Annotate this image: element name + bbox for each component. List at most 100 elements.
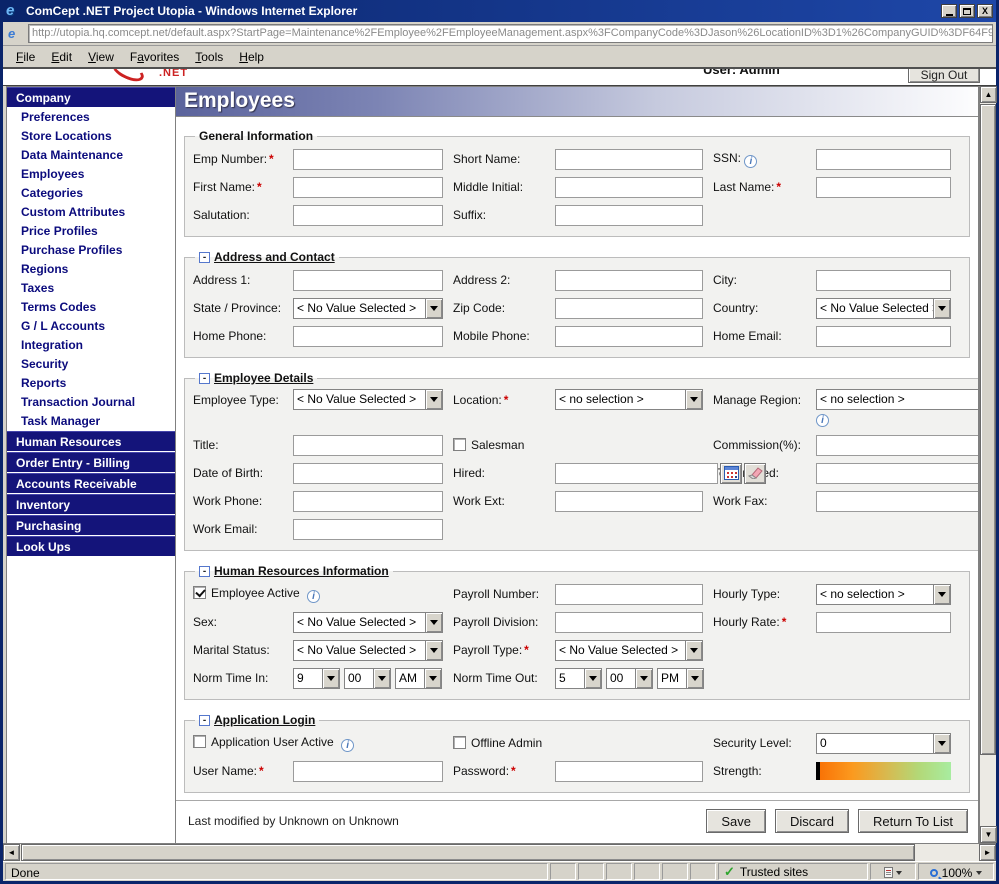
zip-code-input[interactable]: [555, 298, 703, 319]
collapse-icon[interactable]: -: [199, 715, 210, 726]
protected-mode-panel[interactable]: [870, 863, 916, 880]
sidebar-header-look-ups[interactable]: Look Ups: [7, 536, 175, 556]
scroll-left-icon[interactable]: ◄: [3, 844, 20, 861]
user-name-input[interactable]: [293, 761, 443, 782]
suffix-input[interactable]: [555, 205, 703, 226]
commission-input[interactable]: [816, 435, 978, 456]
sidebar-item-reports[interactable]: Reports: [7, 373, 175, 392]
manage-region-info-icon[interactable]: i: [816, 414, 829, 427]
url-input[interactable]: http://utopia.hq.comcept.net/default.asp…: [28, 24, 993, 43]
sidebar-header-human-resources[interactable]: Human Resources: [7, 431, 175, 451]
employee-active-info-icon[interactable]: i: [307, 590, 320, 603]
norm-time-in-hour-select[interactable]: 9: [293, 668, 340, 689]
scroll-down-icon[interactable]: ▼: [980, 826, 997, 843]
salesman-checkbox[interactable]: [453, 438, 466, 451]
sidebar-item-terms-codes[interactable]: Terms Codes: [7, 297, 175, 316]
employee-type-select[interactable]: < No Value Selected >: [293, 389, 443, 410]
sidebar-item-preferences[interactable]: Preferences: [7, 107, 175, 126]
sidebar-header-purchasing[interactable]: Purchasing: [7, 515, 175, 535]
norm-time-out-hour-select[interactable]: 5: [555, 668, 602, 689]
ssn-input[interactable]: [816, 149, 951, 170]
norm-time-out-ampm-select[interactable]: PM: [657, 668, 704, 689]
title-input[interactable]: [293, 435, 443, 456]
location-select[interactable]: < no selection >: [555, 389, 703, 410]
ssn-info-icon[interactable]: i: [744, 155, 757, 168]
marital-status-select[interactable]: < No Value Selected >: [293, 640, 443, 661]
sidebar-item-custom-attributes[interactable]: Custom Attributes: [7, 202, 175, 221]
manage-region-select[interactable]: < no selection >: [816, 389, 978, 410]
horizontal-scrollbar[interactable]: ◄ ►: [3, 843, 996, 861]
close-button[interactable]: X: [977, 4, 993, 18]
sidebar-item-security[interactable]: Security: [7, 354, 175, 373]
work-phone-input[interactable]: [293, 491, 443, 512]
sidebar-header-accounts-receivable[interactable]: Accounts Receivable: [7, 473, 175, 493]
maximize-button[interactable]: [959, 4, 975, 18]
return-to-list-button[interactable]: Return To List: [858, 809, 968, 833]
sidebar-item-purchase-profiles[interactable]: Purchase Profiles: [7, 240, 175, 259]
hourly-type-select[interactable]: < no selection >: [816, 584, 951, 605]
hourly-rate-input[interactable]: [816, 612, 951, 633]
scroll-right-icon[interactable]: ►: [979, 844, 996, 861]
sidebar-item-store-locations[interactable]: Store Locations: [7, 126, 175, 145]
sidebar-header-company[interactable]: Company: [7, 87, 175, 107]
payroll-number-input[interactable]: [555, 584, 703, 605]
last-name-input[interactable]: [816, 177, 951, 198]
state-province-select[interactable]: < No Value Selected >: [293, 298, 443, 319]
menu-help[interactable]: Help: [232, 48, 271, 66]
hired-clear-button[interactable]: [744, 463, 766, 484]
country-select[interactable]: < No Value Selected >: [816, 298, 951, 319]
application-user-active-info-icon[interactable]: i: [341, 739, 354, 752]
payroll-type-select[interactable]: < No Value Selected >: [555, 640, 703, 661]
hired-calendar-button[interactable]: [720, 463, 742, 484]
city-input[interactable]: [816, 270, 951, 291]
sidebar-header-inventory[interactable]: Inventory: [7, 494, 175, 514]
minimize-button[interactable]: [941, 4, 957, 18]
menu-edit[interactable]: Edit: [44, 48, 79, 66]
norm-time-in-ampm-select[interactable]: AM: [395, 668, 442, 689]
mobile-phone-input[interactable]: [555, 326, 703, 347]
sex-select[interactable]: < No Value Selected >: [293, 612, 443, 633]
salutation-input[interactable]: [293, 205, 443, 226]
sign-out-button[interactable]: Sign Out: [908, 69, 980, 83]
hired-input[interactable]: [555, 463, 718, 484]
sidebar-item-price-profiles[interactable]: Price Profiles: [7, 221, 175, 240]
sidebar-item-gl-accounts[interactable]: G / L Accounts: [7, 316, 175, 335]
address1-input[interactable]: [293, 270, 443, 291]
sidebar-item-taxes[interactable]: Taxes: [7, 278, 175, 297]
sidebar-item-data-maintenance[interactable]: Data Maintenance: [7, 145, 175, 164]
offline-admin-checkbox[interactable]: [453, 736, 466, 749]
home-email-input[interactable]: [816, 326, 951, 347]
sidebar-item-categories[interactable]: Categories: [7, 183, 175, 202]
collapse-icon[interactable]: -: [199, 252, 210, 263]
home-phone-input[interactable]: [293, 326, 443, 347]
norm-time-in-minute-select[interactable]: 00: [344, 668, 391, 689]
vertical-scrollbar[interactable]: ▲ ▼: [979, 86, 996, 843]
employee-active-checkbox[interactable]: [193, 586, 206, 599]
password-input[interactable]: [555, 761, 703, 782]
work-ext-input[interactable]: [555, 491, 703, 512]
middle-initial-input[interactable]: [555, 177, 703, 198]
menu-tools[interactable]: Tools: [188, 48, 230, 66]
collapse-icon[interactable]: -: [199, 566, 210, 577]
short-name-input[interactable]: [555, 149, 703, 170]
date-of-birth-input[interactable]: [293, 463, 443, 484]
application-user-active-checkbox[interactable]: [193, 735, 206, 748]
save-button[interactable]: Save: [706, 809, 766, 833]
sidebar-item-integration[interactable]: Integration: [7, 335, 175, 354]
payroll-division-input[interactable]: [555, 612, 703, 633]
sidebar-item-regions[interactable]: Regions: [7, 259, 175, 278]
sidebar-header-order-entry-billing[interactable]: Order Entry - Billing: [7, 452, 175, 472]
menu-view[interactable]: View: [81, 48, 121, 66]
address2-input[interactable]: [555, 270, 703, 291]
discard-button[interactable]: Discard: [775, 809, 849, 833]
security-level-select[interactable]: 0: [816, 733, 951, 754]
sidebar-item-task-manager[interactable]: Task Manager: [7, 411, 175, 430]
sidebar-item-employees[interactable]: Employees: [7, 164, 175, 183]
work-email-input[interactable]: [293, 519, 443, 540]
terminated-input[interactable]: [816, 463, 978, 484]
emp-number-input[interactable]: [293, 149, 443, 170]
vertical-scrollbar-thumb[interactable]: [980, 104, 996, 755]
sidebar-item-transaction-journal[interactable]: Transaction Journal: [7, 392, 175, 411]
menu-favorites[interactable]: Favorites: [123, 48, 186, 66]
first-name-input[interactable]: [293, 177, 443, 198]
